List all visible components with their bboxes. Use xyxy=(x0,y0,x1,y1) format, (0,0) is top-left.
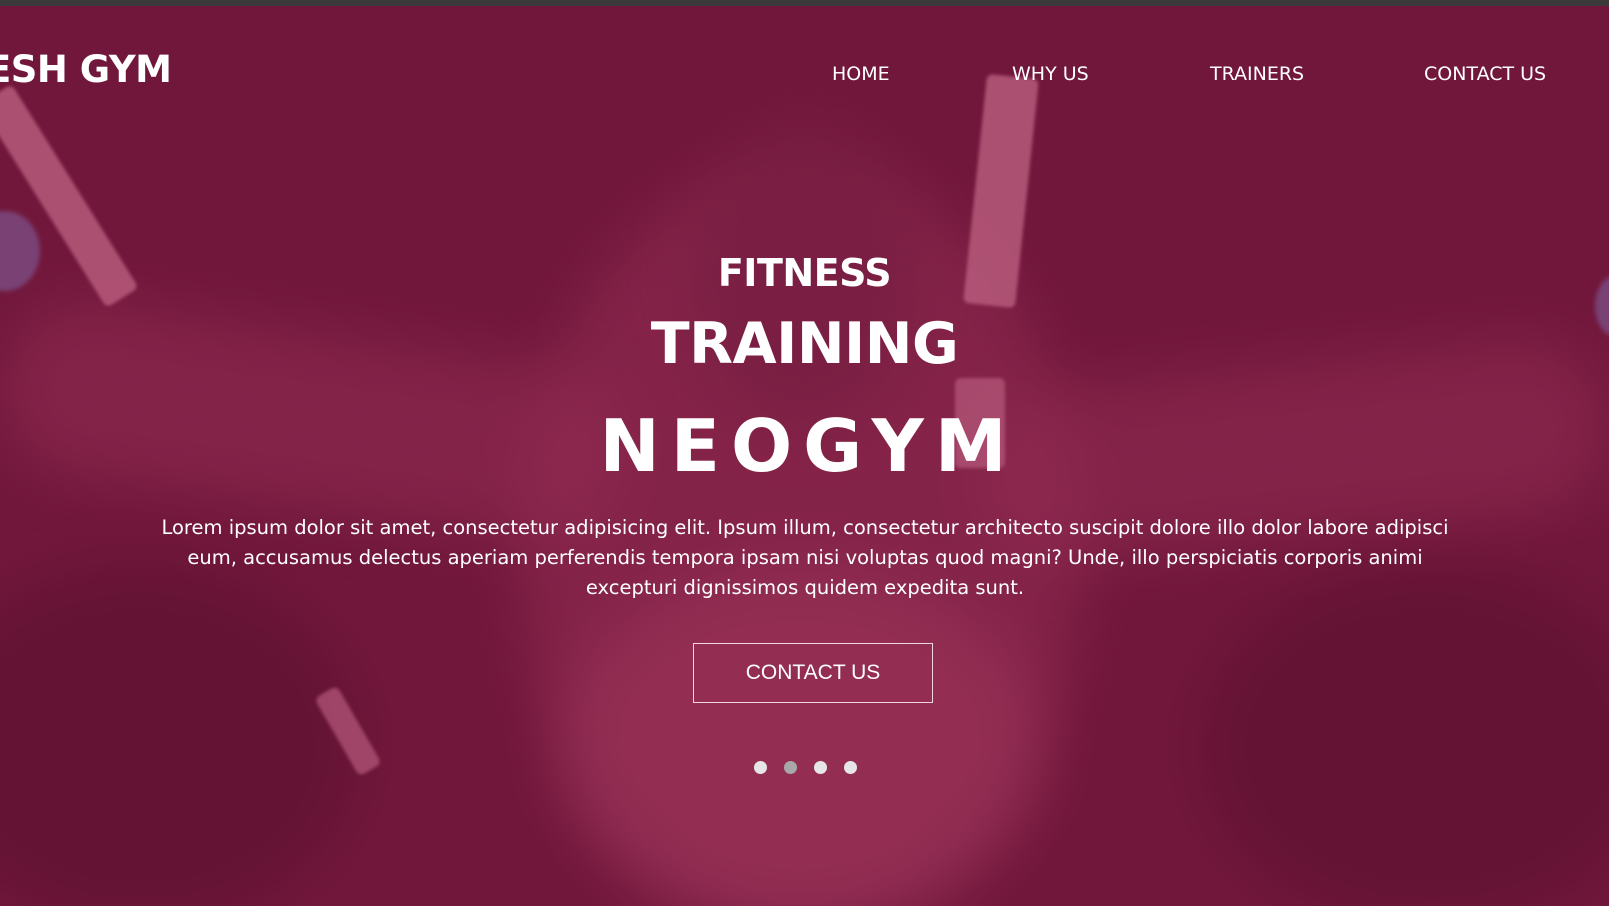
carousel-dot[interactable] xyxy=(754,761,767,774)
hero-section: ESH GYM HOME WHY US TRAINERS CONTACT US … xyxy=(0,6,1609,906)
nav-home[interactable]: HOME xyxy=(832,63,890,85)
nav-why-us[interactable]: WHY US xyxy=(1012,63,1089,85)
carousel-dot[interactable] xyxy=(784,761,797,774)
nav-trainers[interactable]: TRAINERS xyxy=(1210,63,1304,85)
hero-brand-title: NEOGYM xyxy=(599,404,1018,488)
hero-kicker: FITNESS xyxy=(717,251,892,295)
nav-contact-us[interactable]: CONTACT US xyxy=(1424,63,1546,85)
carousel-dot[interactable] xyxy=(814,761,827,774)
carousel-dot[interactable] xyxy=(844,761,857,774)
main-nav: HOME WHY US TRAINERS CONTACT US xyxy=(0,63,1609,93)
hero-description: Lorem ipsum dolor sit amet, consectetur … xyxy=(161,516,1449,599)
contact-us-button[interactable]: CONTACT US xyxy=(693,643,933,703)
hero-title: TRAINING xyxy=(650,311,959,377)
carousel-indicators xyxy=(0,761,1609,774)
